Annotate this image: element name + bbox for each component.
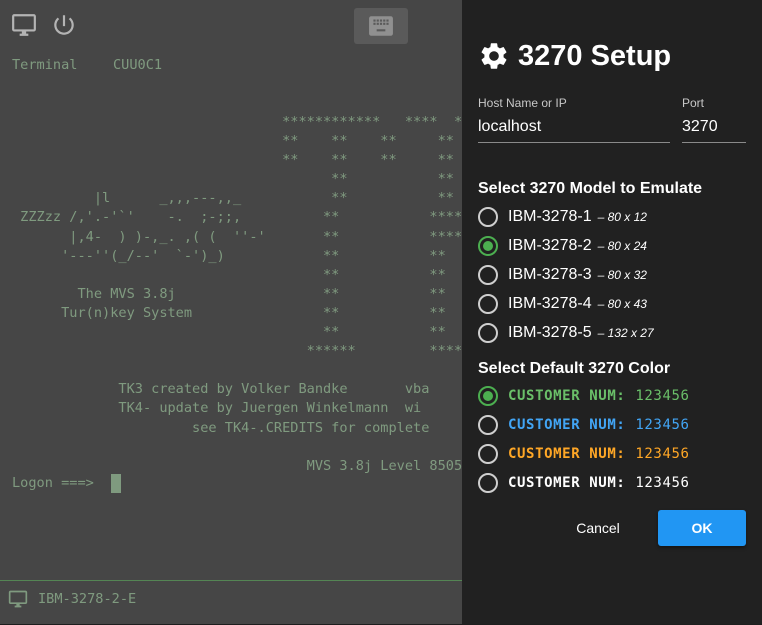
radio-button[interactable] <box>478 473 498 493</box>
model-size: – 80 x 32 <box>597 268 647 282</box>
color-sample-label: CUSTOMER NUM: <box>508 417 626 433</box>
model-size: – 80 x 43 <box>597 297 647 311</box>
color-option[interactable]: CUSTOMER NUM: 123456 <box>478 412 690 438</box>
radio-button[interactable] <box>478 265 498 285</box>
host-field: Host Name or IP <box>478 96 670 143</box>
host-label: Host Name or IP <box>478 96 567 110</box>
color-option[interactable]: CUSTOMER NUM: 123456 <box>478 383 690 409</box>
radio-button[interactable] <box>478 236 498 256</box>
dialog-title-text: 3270 Setup <box>518 39 672 72</box>
color-sample-value: 123456 <box>635 417 690 433</box>
model-option[interactable]: IBM-3278-2 – 80 x 24 <box>478 233 647 259</box>
color-section-title: Select Default 3270 Color <box>478 360 671 377</box>
radio-button[interactable] <box>478 444 498 464</box>
color-sample-label: CUSTOMER NUM: <box>508 388 626 404</box>
model-name: IBM-3278-2 <box>508 237 592 254</box>
model-size: – 80 x 12 <box>597 210 647 224</box>
gear-icon <box>481 43 507 69</box>
radio-button[interactable] <box>478 294 498 314</box>
model-option[interactable]: IBM-3278-3 – 80 x 32 <box>478 262 647 288</box>
radio-button[interactable] <box>478 323 498 343</box>
radio-button[interactable] <box>478 415 498 435</box>
radio-button[interactable] <box>478 386 498 406</box>
model-name: IBM-3278-4 <box>508 295 592 312</box>
port-field: Port <box>682 96 746 143</box>
color-option[interactable]: CUSTOMER NUM: 123456 <box>478 441 690 467</box>
host-input[interactable] <box>478 114 670 143</box>
port-label: Port <box>682 96 705 110</box>
color-option[interactable]: CUSTOMER NUM: 123456 <box>478 470 690 496</box>
color-sample-value: 123456 <box>635 475 690 491</box>
setup-dialog: 3270 Setup Host Name or IP Port Select 3… <box>462 0 762 624</box>
color-sample-label: CUSTOMER NUM: <box>508 446 626 462</box>
color-sample-value: 123456 <box>635 446 690 462</box>
radio-button[interactable] <box>478 207 498 227</box>
model-option[interactable]: IBM-3278-5 – 132 x 27 <box>478 320 654 346</box>
color-sample-value: 123456 <box>635 388 690 404</box>
model-option[interactable]: IBM-3278-1 – 80 x 12 <box>478 204 647 230</box>
ok-button[interactable]: OK <box>658 510 746 546</box>
port-input[interactable] <box>682 114 746 143</box>
model-name: IBM-3278-5 <box>508 324 592 341</box>
model-size: – 80 x 24 <box>597 239 647 253</box>
model-name: IBM-3278-1 <box>508 208 592 225</box>
model-option[interactable]: IBM-3278-4 – 80 x 43 <box>478 291 647 317</box>
model-name: IBM-3278-3 <box>508 266 592 283</box>
dialog-title: 3270 Setup <box>478 36 671 76</box>
cancel-button[interactable]: Cancel <box>560 512 636 544</box>
color-sample-label: CUSTOMER NUM: <box>508 475 626 491</box>
model-size: – 132 x 27 <box>597 326 654 340</box>
model-section-title: Select 3270 Model to Emulate <box>478 180 703 197</box>
